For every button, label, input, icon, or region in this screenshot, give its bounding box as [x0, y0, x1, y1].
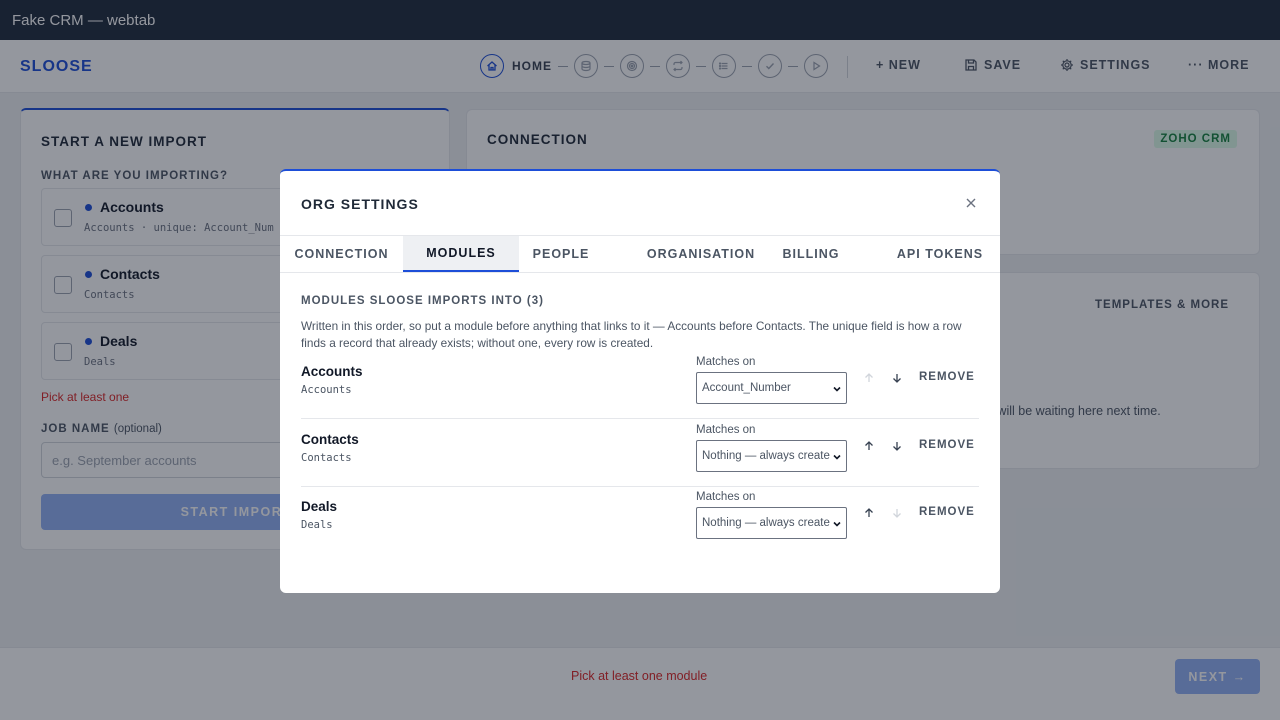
arrow-down-icon[interactable]	[891, 372, 903, 384]
module-api-name: Deals	[301, 519, 333, 531]
chevron-down-icon	[833, 454, 841, 460]
settings-tabs: CONNECTION MODULES PEOPLE ORGANISATION B…	[280, 235, 1000, 273]
modules-description: Written in this order, so put a module b…	[301, 319, 962, 350]
matches-on-label: Matches on	[696, 491, 756, 503]
module-row-accounts: Accounts Accounts Matches on Account_Num…	[301, 351, 979, 419]
modal-title: ORG SETTINGS	[301, 196, 419, 212]
chevron-down-icon	[833, 386, 841, 392]
match-field-select[interactable]: Nothing — always create	[696, 507, 847, 539]
close-icon[interactable]	[964, 196, 978, 210]
remove-button[interactable]: REMOVE	[919, 371, 975, 383]
remove-button[interactable]: REMOVE	[919, 506, 975, 518]
modules-heading: MODULES SLOOSE IMPORTS INTO (3)	[301, 295, 544, 307]
module-row-deals: Deals Deals Matches on Nothing — always …	[301, 486, 979, 554]
module-name: Contacts	[301, 432, 359, 447]
arrow-down-icon[interactable]	[891, 440, 903, 452]
match-field-select[interactable]: Account_Number	[696, 372, 847, 404]
tab-api-tokens[interactable]: API TOKENS	[890, 236, 990, 272]
match-field-select[interactable]: Nothing — always create	[696, 440, 847, 472]
matches-on-label: Matches on	[696, 356, 756, 368]
remove-button[interactable]: REMOVE	[919, 439, 975, 451]
tab-organisation[interactable]: ORGANISATION	[642, 236, 760, 272]
arrow-up-icon[interactable]	[863, 440, 875, 452]
tab-connection[interactable]: CONNECTION	[280, 236, 403, 272]
arrow-up-icon[interactable]	[863, 372, 875, 384]
module-api-name: Contacts	[301, 452, 352, 464]
tab-people[interactable]: PEOPLE	[519, 236, 603, 272]
arrow-down-icon[interactable]	[891, 507, 903, 519]
module-name: Deals	[301, 499, 338, 514]
arrow-up-icon[interactable]	[863, 507, 875, 519]
module-api-name: Accounts	[301, 384, 352, 396]
org-settings-modal: ORG SETTINGS CONNECTION MODULES PEOPLE O…	[280, 169, 1000, 593]
matches-on-label: Matches on	[696, 424, 756, 436]
module-row-contacts: Contacts Contacts Matches on Nothing — a…	[301, 419, 979, 487]
tab-billing[interactable]: BILLING	[774, 236, 848, 272]
chevron-down-icon	[833, 521, 841, 527]
tab-modules[interactable]: MODULES	[403, 236, 519, 272]
module-name: Accounts	[301, 364, 363, 379]
